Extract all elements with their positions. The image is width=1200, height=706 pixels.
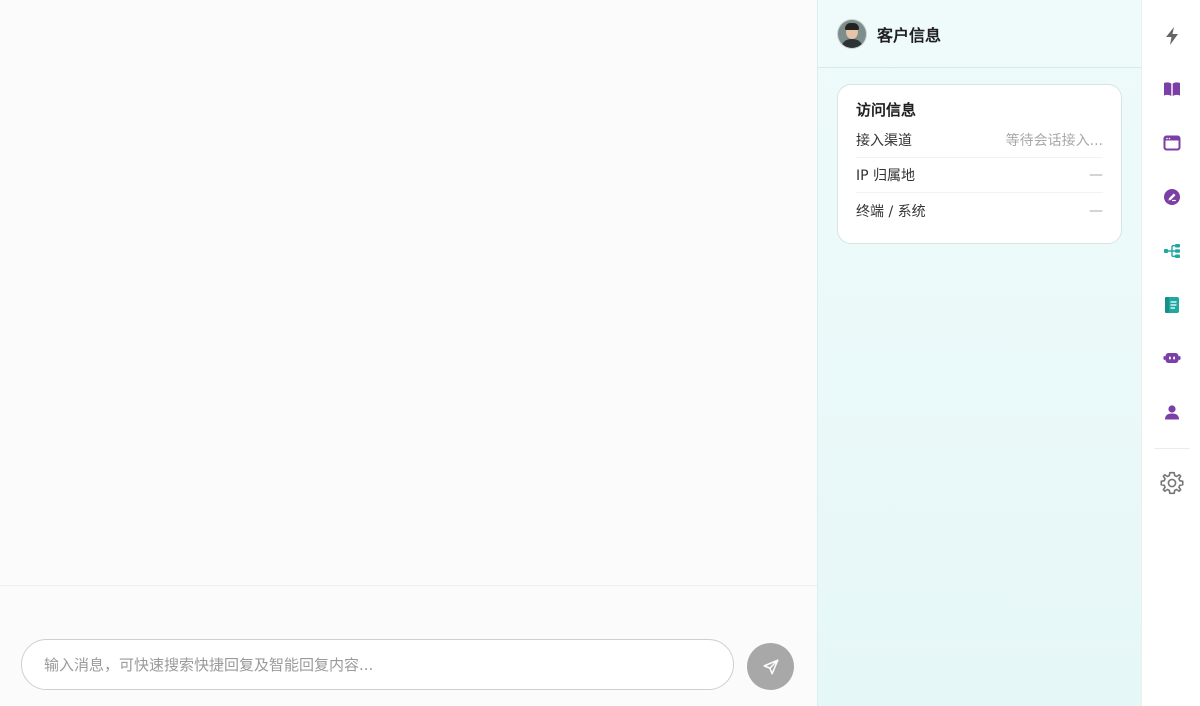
info-row-terminal-system: 终端 / 系统 — <box>856 193 1103 228</box>
message-input[interactable] <box>44 640 733 689</box>
rail-document-button[interactable] <box>1155 288 1189 322</box>
avatar <box>838 19 866 48</box>
book-icon <box>1164 82 1180 96</box>
info-value: — <box>1089 167 1103 183</box>
user-icon <box>1165 405 1179 420</box>
robot-icon <box>1163 353 1181 363</box>
lightning-icon <box>1166 27 1178 45</box>
info-row-ip-location: IP 归属地 — <box>856 158 1103 193</box>
info-label: 终端 / 系统 <box>856 203 926 220</box>
document-icon <box>1165 297 1179 313</box>
info-label: 接入渠道 <box>856 133 912 149</box>
panel-title: 客户信息 <box>877 25 942 45</box>
rail-edit-button[interactable] <box>1155 180 1189 214</box>
message-input-wrapper[interactable] <box>21 639 734 690</box>
composer-divider <box>0 585 817 586</box>
edit-badge-icon <box>1164 189 1180 205</box>
info-label: IP 归属地 <box>856 168 916 184</box>
rail-settings-button[interactable] <box>1155 466 1189 500</box>
gear-icon <box>1160 471 1184 495</box>
tool-rail <box>1141 0 1200 706</box>
rail-flow-button[interactable] <box>1155 234 1189 268</box>
rail-window-button[interactable] <box>1155 126 1189 160</box>
rail-knowledge-button[interactable] <box>1155 72 1189 106</box>
send-icon <box>763 659 778 674</box>
info-value: 等待会话接入... <box>1005 133 1103 149</box>
chat-area <box>0 0 817 706</box>
browser-window-icon <box>1163 135 1181 151</box>
info-value: — <box>1089 202 1103 219</box>
customer-info-panel: 客户信息 访问信息 接入渠道 等待会话接入... IP 归属地 — 终端 / 系… <box>817 0 1141 706</box>
rail-bot-button[interactable] <box>1155 341 1189 375</box>
rail-customer-button[interactable] <box>1155 395 1189 429</box>
visit-info-card: 访问信息 接入渠道 等待会话接入... IP 归属地 — 终端 / 系统 — <box>837 84 1122 244</box>
panel-header: 客户信息 <box>818 0 1141 68</box>
tree-structure-icon <box>1164 244 1180 258</box>
rail-quick-reply-button[interactable] <box>1155 19 1189 53</box>
app-root: 客户信息 访问信息 接入渠道 等待会话接入... IP 归属地 — 终端 / 系… <box>0 0 1200 706</box>
rail-divider <box>1154 448 1190 449</box>
send-button[interactable] <box>747 643 794 690</box>
info-row-channel: 接入渠道 等待会话接入... <box>856 123 1103 158</box>
card-title: 访问信息 <box>856 101 917 119</box>
